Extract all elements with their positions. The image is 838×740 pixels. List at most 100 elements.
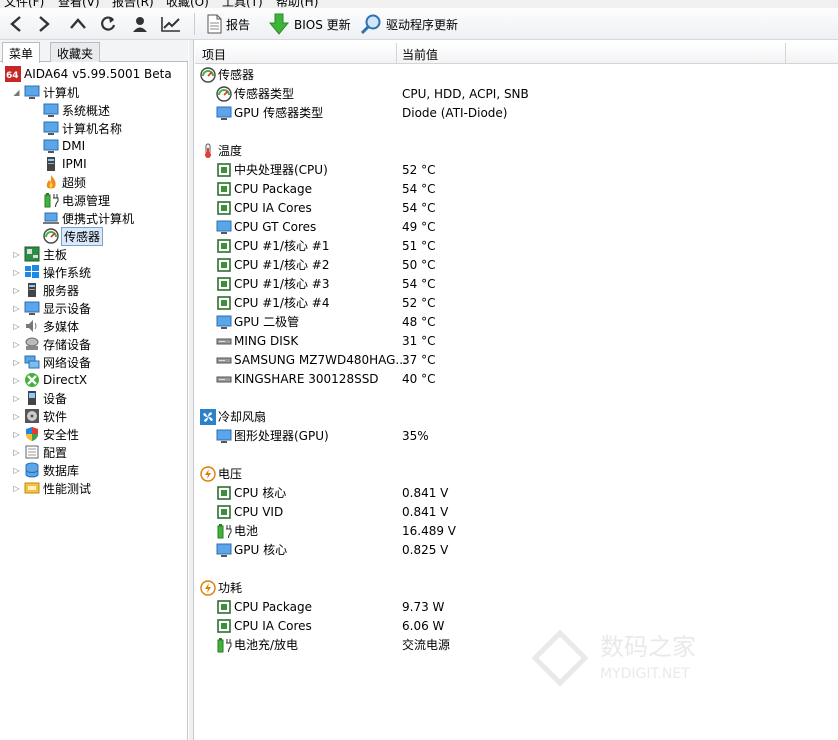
expand-arrow-icon[interactable]: ▷ bbox=[12, 466, 21, 475]
tree-item-server[interactable]: 服务器 bbox=[24, 281, 79, 299]
aida64-logo-icon: 64 bbox=[5, 66, 21, 82]
expand-arrow-icon[interactable]: ▷ bbox=[12, 268, 21, 277]
menu-help[interactable]: 帮助(H) bbox=[276, 0, 318, 8]
monitor-icon bbox=[24, 300, 40, 316]
menu-tools[interactable]: 工具(T) bbox=[222, 0, 263, 8]
tree-item-dmi[interactable]: DMI bbox=[43, 137, 85, 155]
expand-arrow-icon[interactable]: ▷ bbox=[12, 286, 21, 295]
tree-item-software[interactable]: 软件 bbox=[24, 407, 67, 425]
tree-item-computer[interactable]: 计算机 bbox=[24, 83, 79, 101]
tab-favorites[interactable]: 收藏夹 bbox=[50, 42, 101, 62]
sensor-name: GPU 二极管 bbox=[234, 315, 300, 329]
sensor-row[interactable]: CPU IA Cores 54 °C bbox=[195, 198, 838, 217]
bios-update-button[interactable]: BIOS 更新 bbox=[268, 11, 351, 37]
report-button[interactable]: 报告 bbox=[206, 11, 250, 37]
forward-button[interactable] bbox=[32, 11, 56, 37]
user-button[interactable] bbox=[128, 11, 152, 37]
sensor-row[interactable]: CPU #1/核心 #4 52 °C bbox=[195, 293, 838, 312]
sensor-row[interactable]: 电池 16.489 V bbox=[195, 521, 838, 540]
column-item-header[interactable]: 项目 bbox=[202, 46, 226, 63]
sensor-name: CPU #1/核心 #4 bbox=[234, 296, 330, 310]
collapse-arrow-icon[interactable]: ◢ bbox=[12, 88, 21, 97]
sensor-row[interactable]: SAMSUNG MZ7WD480HAG... 37 °C bbox=[195, 350, 838, 369]
tree-label: DirectX bbox=[43, 373, 88, 387]
sensor-row[interactable]: CPU #1/核心 #2 50 °C bbox=[195, 255, 838, 274]
tree-item-security[interactable]: 安全性 bbox=[24, 425, 79, 443]
tree-item-benchmark[interactable]: 性能测试 bbox=[24, 479, 91, 497]
tree-item-devices[interactable]: 设备 bbox=[24, 389, 67, 407]
sensor-row[interactable]: CPU Package 54 °C bbox=[195, 179, 838, 198]
section-header: 电压 bbox=[195, 464, 838, 483]
magnifier-icon bbox=[360, 14, 381, 35]
sensor-row[interactable]: CPU GT Cores 49 °C bbox=[195, 217, 838, 236]
tree-item-motherboard[interactable]: 主板 bbox=[24, 245, 67, 263]
tree-item-overclock[interactable]: 超频 bbox=[43, 173, 86, 191]
sensor-row[interactable]: KINGSHARE 300128SSD 40 °C bbox=[195, 369, 838, 388]
up-button[interactable] bbox=[66, 11, 90, 37]
expand-arrow-icon[interactable]: ▷ bbox=[12, 322, 21, 331]
tree-item-storage[interactable]: 存储设备 bbox=[24, 335, 91, 353]
back-button[interactable] bbox=[4, 11, 28, 37]
tree-item-directx[interactable]: DirectX bbox=[24, 371, 87, 389]
expand-arrow-icon[interactable]: ▷ bbox=[12, 340, 21, 349]
toolbar-separator bbox=[194, 13, 195, 35]
monitor-icon bbox=[216, 428, 232, 444]
expand-arrow-icon[interactable]: ▷ bbox=[12, 448, 21, 457]
sensor-row[interactable]: 传感器类型 CPU, HDD, ACPI, SNB bbox=[195, 84, 838, 103]
tree-item-computer-name[interactable]: 计算机名称 bbox=[43, 119, 122, 137]
tree-item-database[interactable]: 数据库 bbox=[24, 461, 79, 479]
sensor-row[interactable]: CPU #1/核心 #3 54 °C bbox=[195, 274, 838, 293]
menu-file[interactable]: 文件(F) bbox=[4, 0, 44, 8]
tree-item-summary[interactable]: 系统概述 bbox=[43, 101, 110, 119]
sensor-row[interactable]: GPU 核心 0.825 V bbox=[195, 540, 838, 559]
tree-item-display[interactable]: 显示设备 bbox=[24, 299, 91, 317]
sensor-row[interactable]: CPU VID 0.841 V bbox=[195, 502, 838, 521]
tree-item-power[interactable]: 电源管理 bbox=[43, 191, 110, 209]
expand-arrow-icon[interactable]: ▷ bbox=[12, 430, 21, 439]
sensor-row[interactable]: CPU IA Cores 6.06 W bbox=[195, 616, 838, 635]
sensor-row[interactable]: 图形处理器(GPU) 35% bbox=[195, 426, 838, 445]
tree-item-os[interactable]: 操作系统 bbox=[24, 263, 91, 281]
expand-arrow-icon[interactable]: ▷ bbox=[12, 484, 21, 493]
menu-favorites[interactable]: 收藏(O) bbox=[166, 0, 209, 8]
tree-item-config[interactable]: 配置 bbox=[24, 443, 67, 461]
section-title: 温度 bbox=[218, 144, 243, 158]
refresh-button[interactable] bbox=[96, 11, 120, 37]
panel-splitter[interactable] bbox=[189, 40, 194, 740]
sensor-row[interactable]: GPU 二极管 48 °C bbox=[195, 312, 838, 331]
network-icon bbox=[24, 354, 40, 370]
windows-logo-icon bbox=[24, 264, 40, 280]
menu-report[interactable]: 报告(R) bbox=[112, 0, 154, 8]
tree-item-portable[interactable]: 便携式计算机 bbox=[43, 209, 134, 227]
tree-root-aida64[interactable]: 64 AIDA64 v5.99.5001 Beta bbox=[5, 65, 172, 83]
tree-item-sensors[interactable]: 传感器 bbox=[43, 226, 104, 246]
sensor-row[interactable]: CPU #1/核心 #1 51 °C bbox=[195, 236, 838, 255]
column-divider[interactable] bbox=[785, 43, 786, 64]
column-value-header[interactable]: 当前值 bbox=[402, 46, 438, 63]
driver-update-button[interactable]: 驱动程序更新 bbox=[360, 11, 458, 37]
column-divider[interactable] bbox=[396, 43, 397, 64]
section-title: 功耗 bbox=[218, 581, 243, 595]
sensor-row[interactable]: 中央处理器(CPU) 52 °C bbox=[195, 160, 838, 179]
expand-arrow-icon[interactable]: ▷ bbox=[12, 250, 21, 259]
sensor-row[interactable]: MING DISK 31 °C bbox=[195, 331, 838, 350]
voltage-icon bbox=[200, 465, 216, 482]
sensor-row[interactable]: CPU Package 9.73 W bbox=[195, 597, 838, 616]
sensor-row[interactable]: 电池充/放电 交流电源 bbox=[195, 635, 838, 654]
monitor-icon bbox=[216, 105, 232, 121]
benchmark-button[interactable] bbox=[158, 11, 184, 37]
expand-arrow-icon[interactable]: ▷ bbox=[12, 376, 21, 385]
monitor-icon bbox=[43, 138, 59, 154]
tree-item-network[interactable]: 网络设备 bbox=[24, 353, 91, 371]
expand-arrow-icon[interactable]: ▷ bbox=[12, 412, 21, 421]
sensor-row[interactable]: CPU 核心 0.841 V bbox=[195, 483, 838, 502]
tree-item-multimedia[interactable]: 多媒体 bbox=[24, 317, 79, 335]
expand-arrow-icon[interactable]: ▷ bbox=[12, 394, 21, 403]
tree-item-ipmi[interactable]: IPMI bbox=[43, 155, 87, 173]
menu-view[interactable]: 查看(V) bbox=[58, 0, 100, 8]
expand-arrow-icon[interactable]: ▷ bbox=[12, 304, 21, 313]
sensor-row[interactable]: GPU 传感器类型 Diode (ATI-Diode) bbox=[195, 103, 838, 122]
sensor-value: 54 °C bbox=[402, 200, 436, 215]
tab-menu[interactable]: 菜单 bbox=[2, 42, 41, 63]
expand-arrow-icon[interactable]: ▷ bbox=[12, 358, 21, 367]
